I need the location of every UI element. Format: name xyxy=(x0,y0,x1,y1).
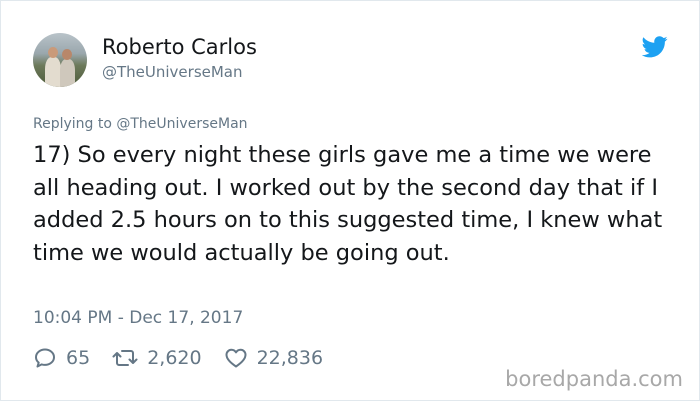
reply-count: 65 xyxy=(66,347,91,369)
twitter-bird-icon[interactable] xyxy=(642,36,668,58)
watermark: boredpanda.com xyxy=(505,367,683,391)
retweet-icon xyxy=(112,350,138,366)
avatar[interactable] xyxy=(33,33,87,87)
heart-icon xyxy=(225,348,247,368)
like-count: 22,836 xyxy=(256,347,324,369)
action-bar: 65 2,620 22,836 xyxy=(33,345,345,371)
replying-to[interactable]: Replying to @TheUniverseMan xyxy=(33,116,248,132)
author-name[interactable]: Roberto Carlos xyxy=(102,35,257,59)
tweet-card: Roberto Carlos @TheUniverseMan Replying … xyxy=(0,0,700,401)
retweet-count: 2,620 xyxy=(147,347,202,369)
timestamp[interactable]: 10:04 PM - Dec 17, 2017 xyxy=(33,308,243,328)
author-handle[interactable]: @TheUniverseMan xyxy=(102,63,243,81)
retweet-button[interactable]: 2,620 xyxy=(112,346,202,370)
like-button[interactable]: 22,836 xyxy=(224,346,323,370)
reply-icon xyxy=(35,348,55,368)
reply-button[interactable]: 65 xyxy=(33,346,90,370)
tweet-text: 17) So every night these girls gave me a… xyxy=(33,142,663,266)
